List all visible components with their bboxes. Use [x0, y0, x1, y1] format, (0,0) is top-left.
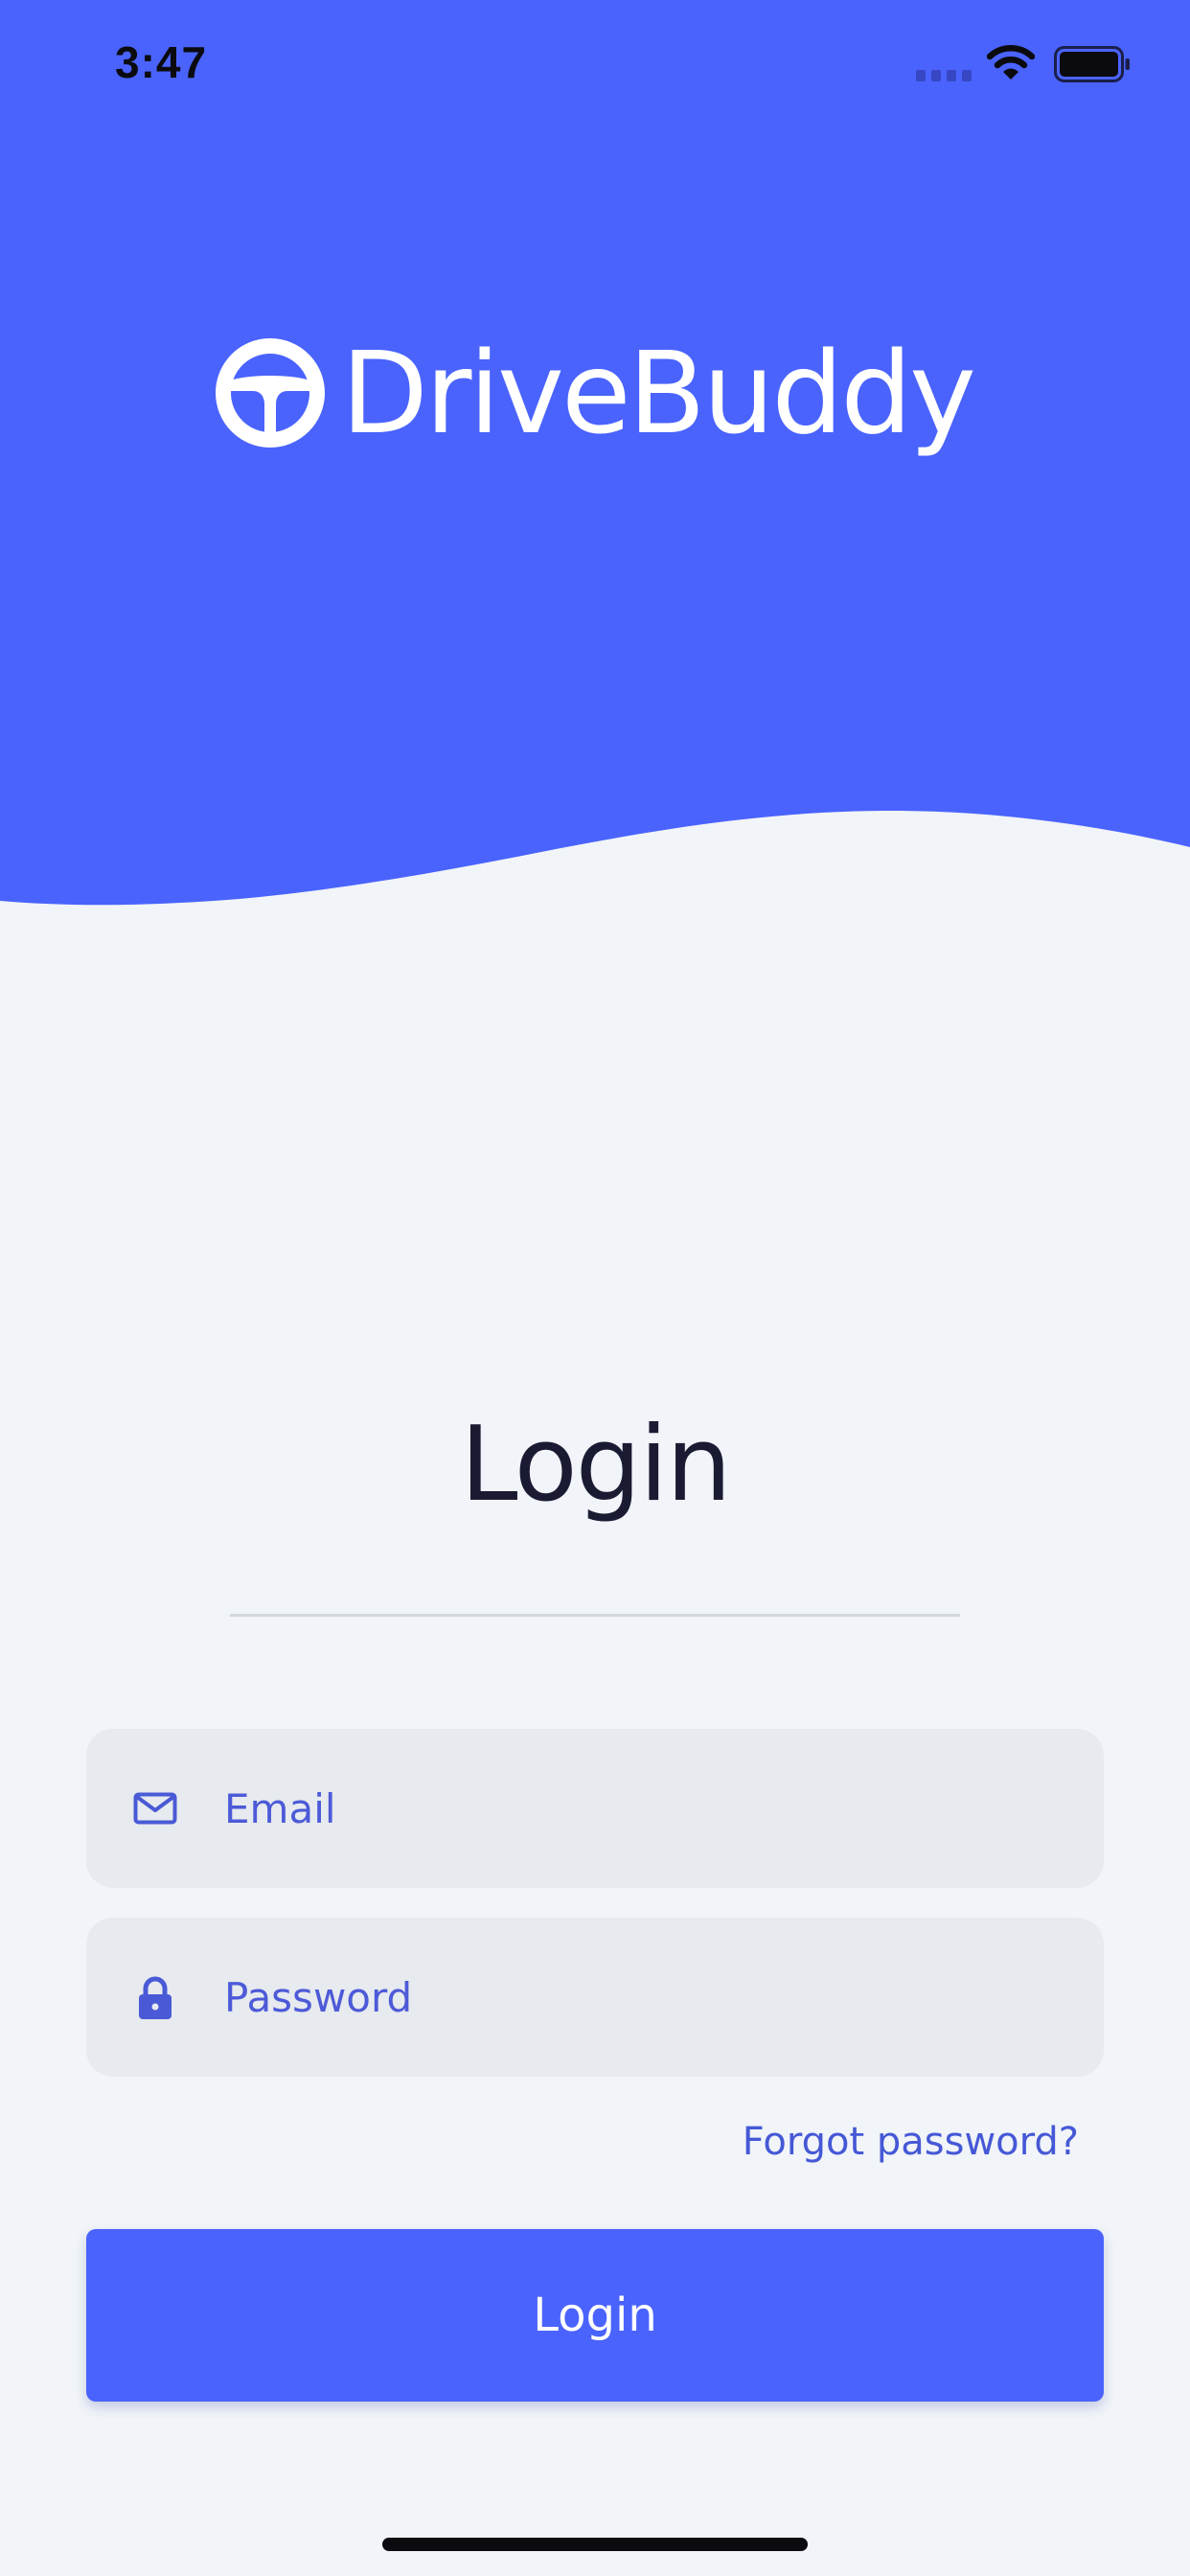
header-wave-background: [0, 0, 1190, 906]
email-input[interactable]: [224, 1729, 1067, 1888]
mail-icon: [133, 1792, 177, 1825]
page-title: Login: [460, 1405, 731, 1525]
title-divider: [230, 1614, 960, 1617]
status-bar: 3:47: [0, 0, 1190, 134]
login-button[interactable]: Login: [86, 2229, 1104, 2402]
battery-icon: [1054, 46, 1130, 82]
steering-wheel-icon: [216, 338, 325, 448]
brand-name: DriveBuddy: [341, 327, 976, 459]
email-field[interactable]: [86, 1729, 1104, 1888]
brand-logo: DriveBuddy: [215, 326, 976, 460]
lock-icon: [139, 1976, 172, 2019]
wifi-icon: [987, 45, 1035, 80]
password-field[interactable]: [86, 1918, 1104, 2077]
forgot-password-link[interactable]: Forgot password?: [743, 2120, 1079, 2164]
status-time: 3:47: [115, 37, 208, 87]
password-input[interactable]: [224, 1918, 1067, 2077]
login-screen: 3:47 DriveBuddy Login Email Forgot passw…: [0, 0, 1190, 2576]
home-indicator: [382, 2538, 808, 2551]
cellular-signal-icon: [916, 70, 972, 81]
